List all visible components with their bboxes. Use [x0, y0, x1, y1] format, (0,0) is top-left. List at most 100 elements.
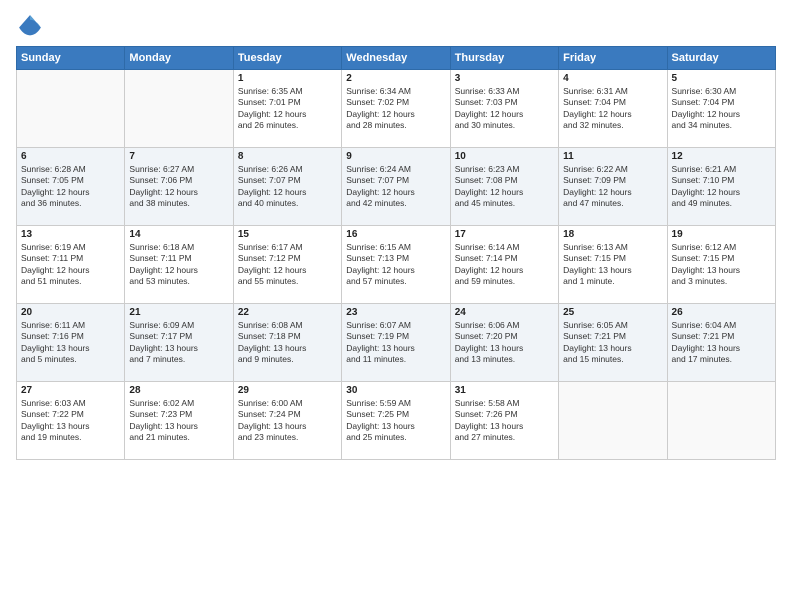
day-detail: Sunrise: 5:58 AM Sunset: 7:26 PM Dayligh…	[455, 398, 554, 444]
day-number: 14	[129, 229, 228, 240]
calendar-cell: 14 Sunrise: 6:18 AM Sunset: 7:11 PM Dayli…	[125, 226, 233, 304]
day-detail: Sunrise: 6:03 AM Sunset: 7:22 PM Dayligh…	[21, 398, 120, 444]
day-number: 1	[238, 73, 337, 84]
calendar-cell: 25 Sunrise: 6:05 AM Sunset: 7:21 PM Dayli…	[559, 304, 667, 382]
calendar-cell: 28 Sunrise: 6:02 AM Sunset: 7:23 PM Dayli…	[125, 382, 233, 460]
day-number: 29	[238, 385, 337, 396]
calendar-cell: 12 Sunrise: 6:21 AM Sunset: 7:10 PM Dayli…	[667, 148, 775, 226]
day-detail: Sunrise: 6:22 AM Sunset: 7:09 PM Dayligh…	[563, 164, 662, 210]
day-number: 7	[129, 151, 228, 162]
day-detail: Sunrise: 5:59 AM Sunset: 7:25 PM Dayligh…	[346, 398, 445, 444]
day-number: 8	[238, 151, 337, 162]
day-detail: Sunrise: 6:15 AM Sunset: 7:13 PM Dayligh…	[346, 242, 445, 288]
day-number: 10	[455, 151, 554, 162]
calendar-cell: 24 Sunrise: 6:06 AM Sunset: 7:20 PM Dayli…	[450, 304, 558, 382]
day-number: 15	[238, 229, 337, 240]
day-number: 11	[563, 151, 662, 162]
header	[16, 12, 776, 40]
calendar-cell: 5 Sunrise: 6:30 AM Sunset: 7:04 PM Daylig…	[667, 70, 775, 148]
day-number: 12	[672, 151, 771, 162]
calendar-cell: 3 Sunrise: 6:33 AM Sunset: 7:03 PM Daylig…	[450, 70, 558, 148]
calendar-week-row: 20 Sunrise: 6:11 AM Sunset: 7:16 PM Dayli…	[17, 304, 776, 382]
day-number: 27	[21, 385, 120, 396]
calendar-cell: 18 Sunrise: 6:13 AM Sunset: 7:15 PM Dayli…	[559, 226, 667, 304]
day-detail: Sunrise: 6:07 AM Sunset: 7:19 PM Dayligh…	[346, 320, 445, 366]
weekday-header-cell: Friday	[559, 47, 667, 70]
day-detail: Sunrise: 6:04 AM Sunset: 7:21 PM Dayligh…	[672, 320, 771, 366]
calendar-cell: 21 Sunrise: 6:09 AM Sunset: 7:17 PM Dayli…	[125, 304, 233, 382]
calendar-cell: 29 Sunrise: 6:00 AM Sunset: 7:24 PM Dayli…	[233, 382, 341, 460]
calendar-cell: 27 Sunrise: 6:03 AM Sunset: 7:22 PM Dayli…	[17, 382, 125, 460]
calendar-table: SundayMondayTuesdayWednesdayThursdayFrid…	[16, 46, 776, 460]
calendar-cell	[17, 70, 125, 148]
calendar-week-row: 6 Sunrise: 6:28 AM Sunset: 7:05 PM Daylig…	[17, 148, 776, 226]
day-detail: Sunrise: 6:09 AM Sunset: 7:17 PM Dayligh…	[129, 320, 228, 366]
day-number: 6	[21, 151, 120, 162]
day-number: 20	[21, 307, 120, 318]
weekday-header-cell: Wednesday	[342, 47, 450, 70]
day-number: 26	[672, 307, 771, 318]
day-number: 28	[129, 385, 228, 396]
logo	[16, 12, 48, 40]
calendar-cell	[559, 382, 667, 460]
day-number: 25	[563, 307, 662, 318]
day-detail: Sunrise: 6:00 AM Sunset: 7:24 PM Dayligh…	[238, 398, 337, 444]
day-number: 23	[346, 307, 445, 318]
calendar-cell: 6 Sunrise: 6:28 AM Sunset: 7:05 PM Daylig…	[17, 148, 125, 226]
calendar-cell: 16Sunrise: 6:15 AM Sunset: 7:13 PM Dayli…	[342, 226, 450, 304]
calendar-cell: 23 Sunrise: 6:07 AM Sunset: 7:19 PM Dayli…	[342, 304, 450, 382]
day-detail: Sunrise: 6:02 AM Sunset: 7:23 PM Dayligh…	[129, 398, 228, 444]
weekday-header-row: SundayMondayTuesdayWednesdayThursdayFrid…	[17, 47, 776, 70]
calendar-cell	[667, 382, 775, 460]
day-detail: Sunrise: 6:24 AM Sunset: 7:07 PM Dayligh…	[346, 164, 445, 210]
day-detail: Sunrise: 6:06 AM Sunset: 7:20 PM Dayligh…	[455, 320, 554, 366]
calendar-cell: 7 Sunrise: 6:27 AM Sunset: 7:06 PM Daylig…	[125, 148, 233, 226]
calendar-cell: 15 Sunrise: 6:17 AM Sunset: 7:12 PM Dayli…	[233, 226, 341, 304]
day-number: 21	[129, 307, 228, 318]
day-number: 3	[455, 73, 554, 84]
day-number: 2	[346, 73, 445, 84]
calendar-week-row: 1Sunrise: 6:35 AM Sunset: 7:01 PM Daylig…	[17, 70, 776, 148]
day-number: 17	[455, 229, 554, 240]
calendar-cell: 31 Sunrise: 5:58 AM Sunset: 7:26 PM Dayli…	[450, 382, 558, 460]
day-detail: Sunrise: 6:18 AM Sunset: 7:11 PM Dayligh…	[129, 242, 228, 288]
day-number: 5	[672, 73, 771, 84]
day-detail: Sunrise: 6:23 AM Sunset: 7:08 PM Dayligh…	[455, 164, 554, 210]
day-detail: Sunrise: 6:21 AM Sunset: 7:10 PM Dayligh…	[672, 164, 771, 210]
day-detail: Sunrise: 6:34 AM Sunset: 7:02 PM Dayligh…	[346, 86, 445, 132]
day-detail: Sunrise: 6:12 AM Sunset: 7:15 PM Dayligh…	[672, 242, 771, 288]
day-number: 19	[672, 229, 771, 240]
day-detail: Sunrise: 6:11 AM Sunset: 7:16 PM Dayligh…	[21, 320, 120, 366]
calendar-cell: 1Sunrise: 6:35 AM Sunset: 7:01 PM Daylig…	[233, 70, 341, 148]
weekday-header-cell: Tuesday	[233, 47, 341, 70]
day-detail: Sunrise: 6:30 AM Sunset: 7:04 PM Dayligh…	[672, 86, 771, 132]
day-number: 31	[455, 385, 554, 396]
calendar-cell: 8Sunrise: 6:26 AM Sunset: 7:07 PM Daylig…	[233, 148, 341, 226]
day-detail: Sunrise: 6:05 AM Sunset: 7:21 PM Dayligh…	[563, 320, 662, 366]
calendar-cell: 19 Sunrise: 6:12 AM Sunset: 7:15 PM Dayli…	[667, 226, 775, 304]
calendar-cell: 17 Sunrise: 6:14 AM Sunset: 7:14 PM Dayli…	[450, 226, 558, 304]
day-number: 18	[563, 229, 662, 240]
day-detail: Sunrise: 6:28 AM Sunset: 7:05 PM Dayligh…	[21, 164, 120, 210]
weekday-header-cell: Sunday	[17, 47, 125, 70]
calendar-cell: 4Sunrise: 6:31 AM Sunset: 7:04 PM Daylig…	[559, 70, 667, 148]
day-detail: Sunrise: 6:31 AM Sunset: 7:04 PM Dayligh…	[563, 86, 662, 132]
day-detail: Sunrise: 6:19 AM Sunset: 7:11 PM Dayligh…	[21, 242, 120, 288]
day-detail: Sunrise: 6:14 AM Sunset: 7:14 PM Dayligh…	[455, 242, 554, 288]
day-number: 24	[455, 307, 554, 318]
day-number: 9	[346, 151, 445, 162]
day-detail: Sunrise: 6:33 AM Sunset: 7:03 PM Dayligh…	[455, 86, 554, 132]
calendar-week-row: 13 Sunrise: 6:19 AM Sunset: 7:11 PM Dayli…	[17, 226, 776, 304]
calendar-cell: 2 Sunrise: 6:34 AM Sunset: 7:02 PM Daylig…	[342, 70, 450, 148]
day-detail: Sunrise: 6:13 AM Sunset: 7:15 PM Dayligh…	[563, 242, 662, 288]
calendar-cell: 9 Sunrise: 6:24 AM Sunset: 7:07 PM Daylig…	[342, 148, 450, 226]
day-number: 13	[21, 229, 120, 240]
day-number: 22	[238, 307, 337, 318]
weekday-header-cell: Saturday	[667, 47, 775, 70]
calendar-cell: 20 Sunrise: 6:11 AM Sunset: 7:16 PM Dayli…	[17, 304, 125, 382]
page: SundayMondayTuesdayWednesdayThursdayFrid…	[0, 0, 792, 468]
weekday-header-cell: Monday	[125, 47, 233, 70]
calendar-cell	[125, 70, 233, 148]
day-detail: Sunrise: 6:27 AM Sunset: 7:06 PM Dayligh…	[129, 164, 228, 210]
day-detail: Sunrise: 6:17 AM Sunset: 7:12 PM Dayligh…	[238, 242, 337, 288]
